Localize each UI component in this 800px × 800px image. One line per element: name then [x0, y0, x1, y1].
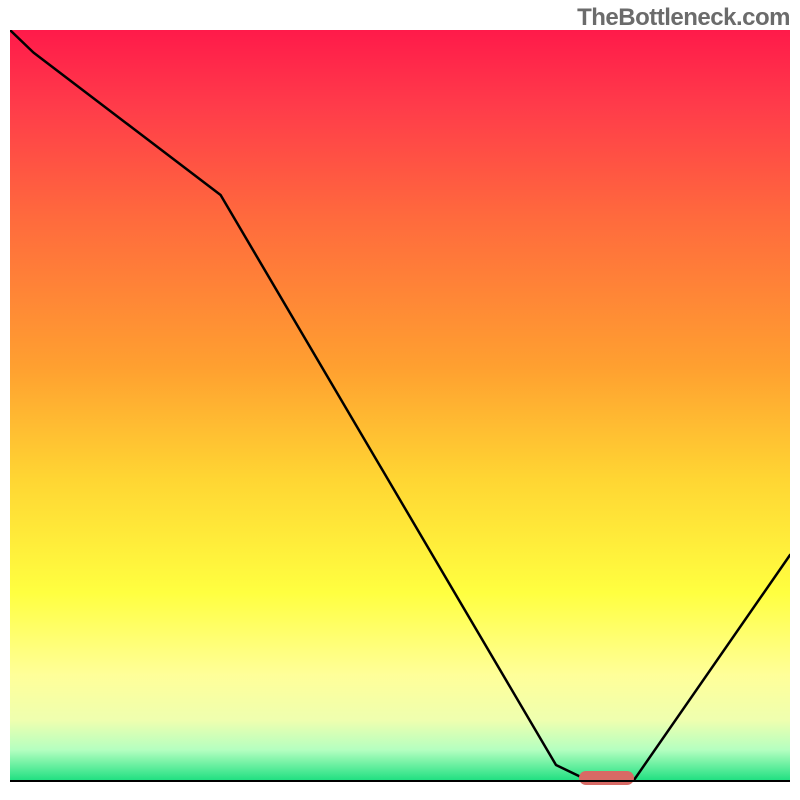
- optimal-range-marker: [579, 771, 634, 785]
- chart-container: TheBottleneck.com: [0, 0, 800, 800]
- x-axis-line: [10, 780, 790, 782]
- watermark-text: TheBottleneck.com: [577, 4, 790, 32]
- bottleneck-curve: [10, 30, 790, 790]
- chart-area: [10, 30, 790, 792]
